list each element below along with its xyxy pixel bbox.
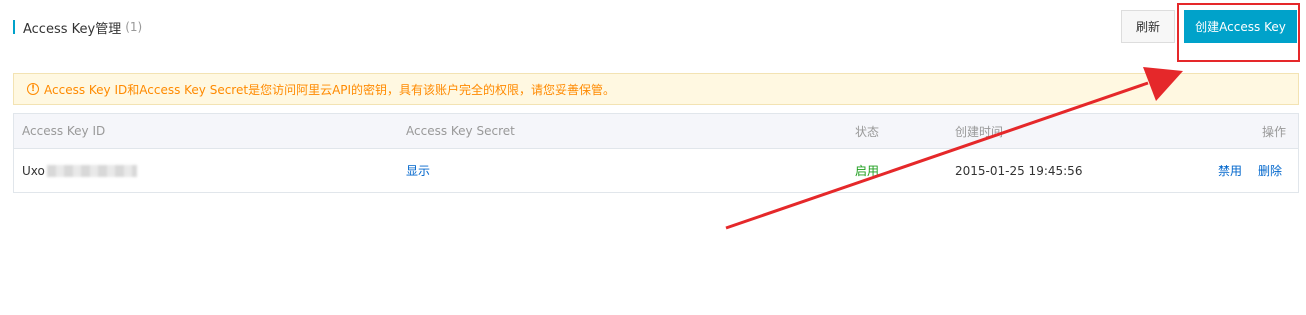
page-title-text: Access Key管理 bbox=[23, 21, 122, 37]
show-secret-link[interactable]: 显示 bbox=[406, 162, 430, 179]
column-header-created: 创建时间 bbox=[955, 124, 1004, 139]
column-header-status: 状态 bbox=[855, 124, 880, 139]
refresh-button[interactable]: 刷新 bbox=[1121, 10, 1175, 43]
access-key-id-cell: Uxo bbox=[22, 149, 137, 192]
access-key-table: Access Key ID Access Key Secret 状态 创建时间 … bbox=[13, 113, 1299, 193]
access-key-id-text: Uxo bbox=[22, 163, 45, 178]
disable-link[interactable]: 禁用 bbox=[1218, 162, 1242, 179]
page-title: Access Key管理 (1) bbox=[13, 19, 143, 37]
masked-key-id bbox=[46, 164, 137, 177]
table-header: Access Key ID Access Key Secret 状态 创建时间 … bbox=[14, 114, 1298, 149]
status-badge: 启用 bbox=[855, 164, 880, 178]
alert-text: Access Key ID和Access Key Secret是您访问阿里云AP… bbox=[44, 82, 616, 97]
key-count: (1) bbox=[125, 20, 143, 34]
column-header-id: Access Key ID bbox=[22, 124, 106, 138]
create-access-key-button[interactable]: 创建Access Key bbox=[1184, 10, 1297, 43]
column-header-secret: Access Key Secret bbox=[406, 124, 515, 138]
security-warning-alert: ! Access Key ID和Access Key Secret是您访问阿里云… bbox=[13, 73, 1299, 105]
table-row: Uxo 显示 启用 2015-01-25 19:45:56 禁用 删除 bbox=[14, 149, 1298, 192]
created-time: 2015-01-25 19:45:56 bbox=[955, 163, 1083, 178]
warning-icon: ! bbox=[27, 83, 39, 95]
column-header-actions: 操作 bbox=[1261, 124, 1286, 139]
actions-cell: 禁用 删除 bbox=[1218, 149, 1282, 192]
title-accent-bar bbox=[13, 20, 15, 34]
secret-cell: 显示 bbox=[406, 149, 430, 192]
delete-link[interactable]: 删除 bbox=[1258, 162, 1282, 179]
